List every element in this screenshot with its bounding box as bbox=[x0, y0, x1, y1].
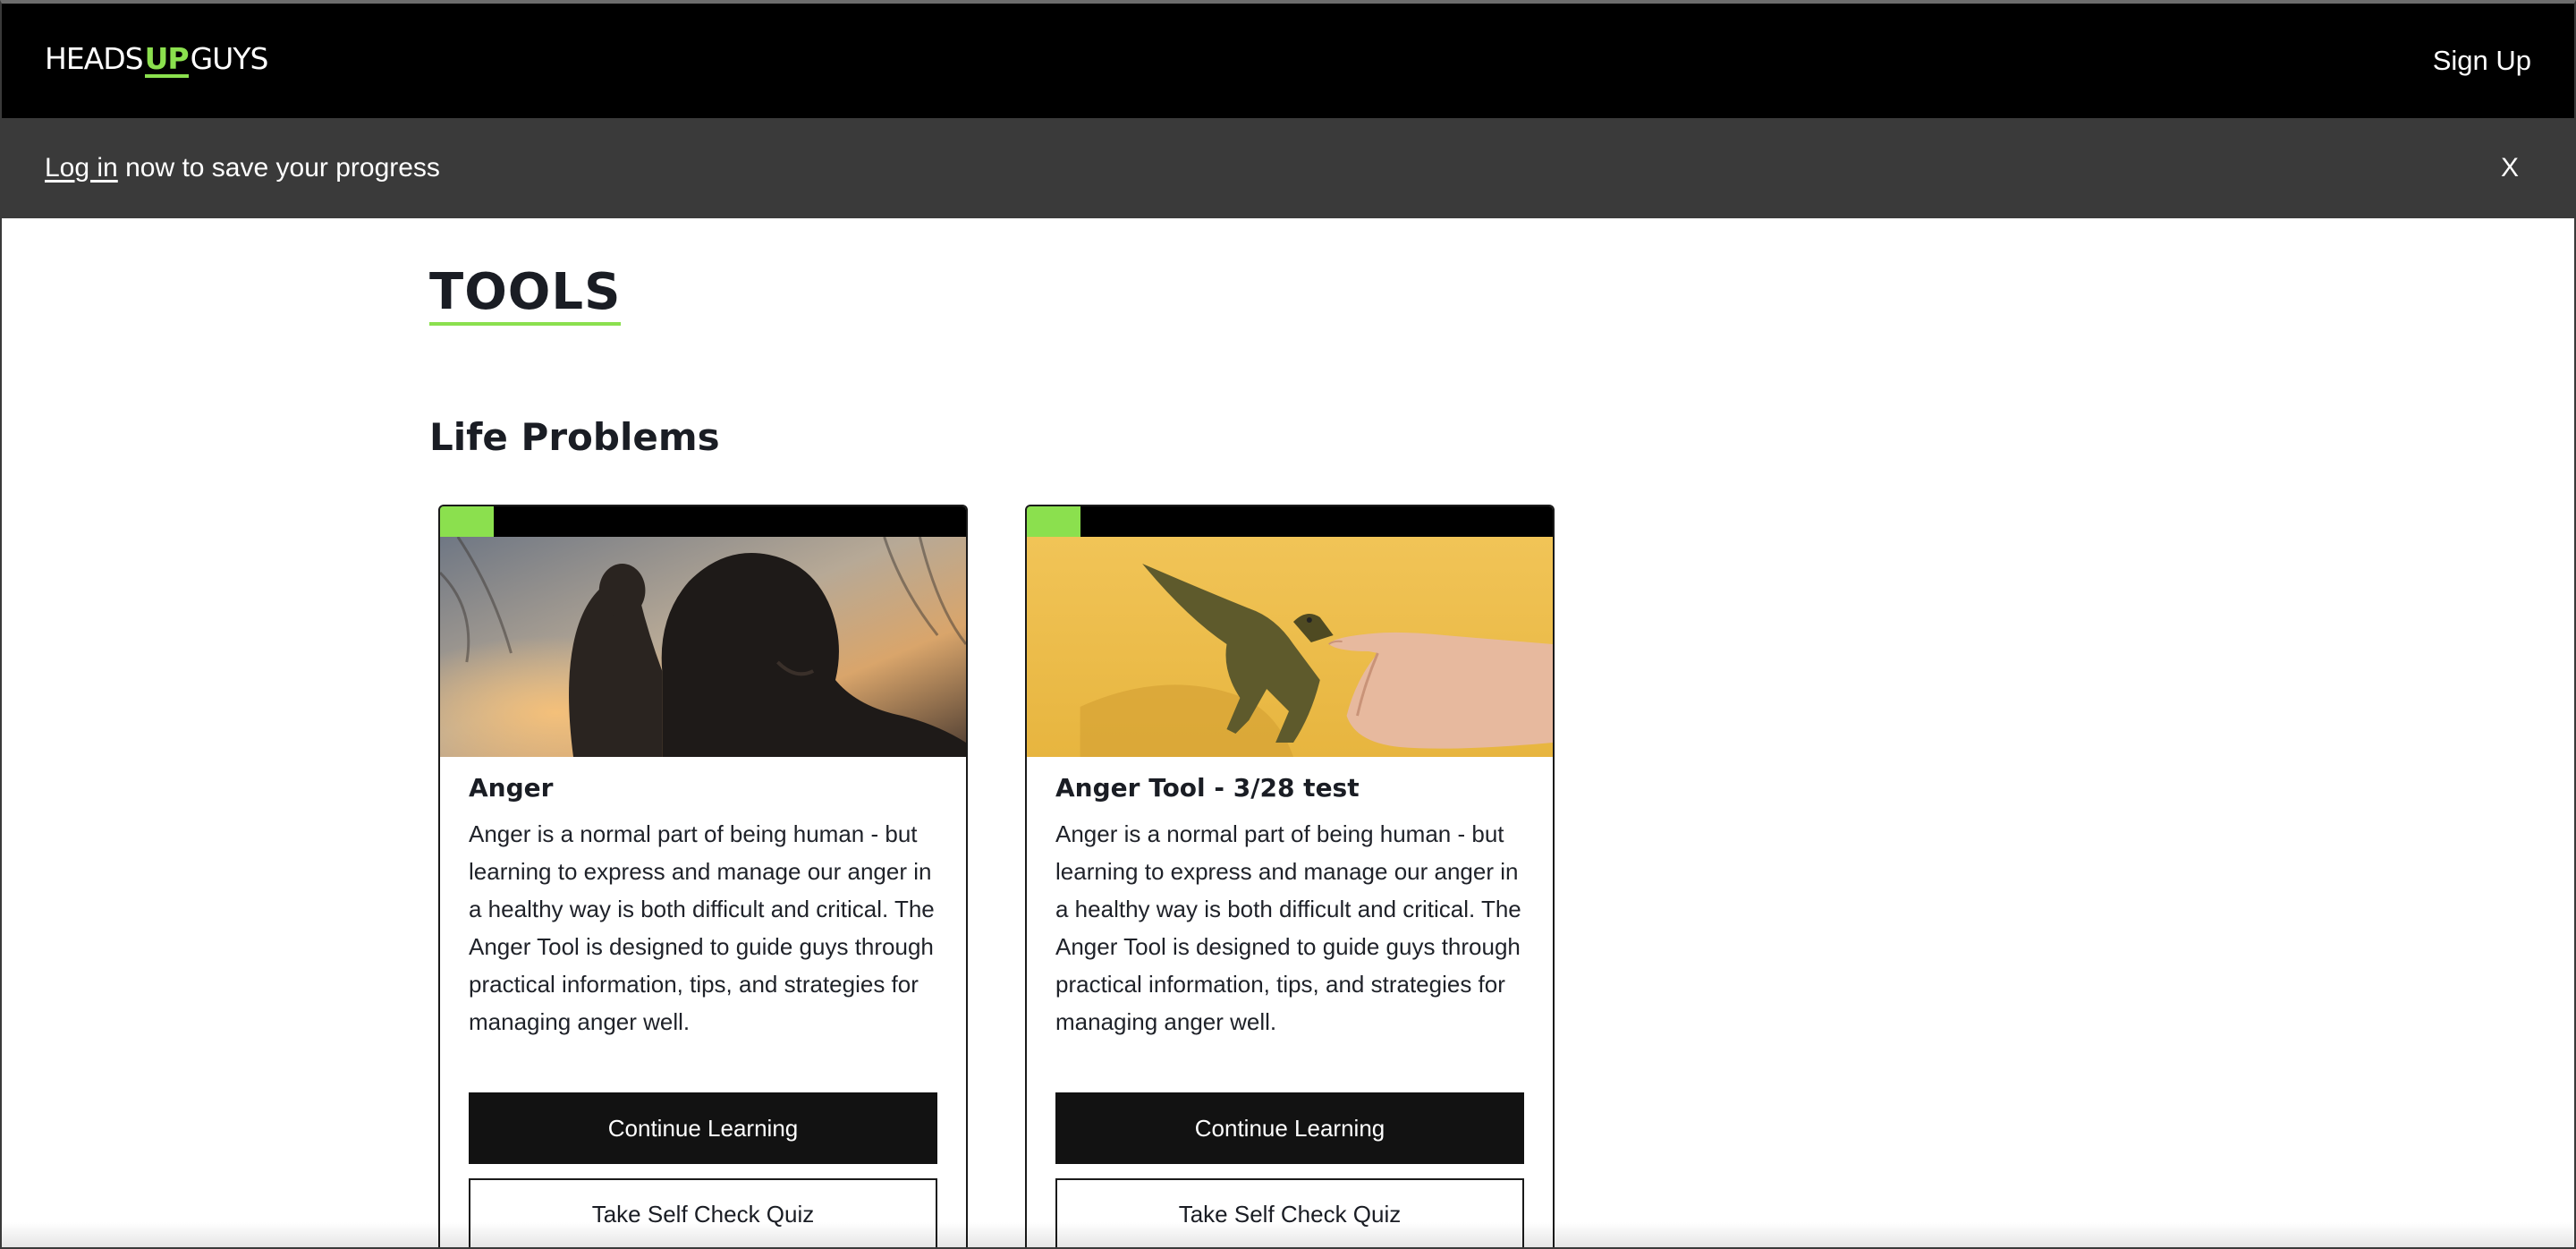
logo-up: UP bbox=[144, 41, 190, 78]
top-navigation: HEADS UP GUYS Sign Up bbox=[2, 4, 2574, 118]
sign-up-link[interactable]: Sign Up bbox=[2433, 45, 2531, 77]
main-content: TOOLS Life Problems Anger Anger is a nor… bbox=[2, 218, 2574, 1247]
login-banner: Log in now to save your progress X bbox=[2, 118, 2574, 218]
section-title-life-problems: Life Problems bbox=[429, 414, 720, 459]
close-banner-button[interactable]: X bbox=[2501, 153, 2519, 183]
card-body: Anger Anger is a normal part of being hu… bbox=[440, 757, 966, 1247]
card-description: Anger is a normal part of being human - … bbox=[1055, 820, 1521, 1036]
card-title: Anger Tool - 3/28 test bbox=[1055, 772, 1360, 803]
take-self-check-quiz-button[interactable]: Take Self Check Quiz bbox=[469, 1178, 937, 1247]
logo-heads: HEADS bbox=[45, 41, 144, 76]
card-body: Anger Tool - 3/28 test Anger is a normal… bbox=[1027, 757, 1553, 1247]
headsupguys-logo[interactable]: HEADS UP GUYS bbox=[45, 41, 269, 78]
login-banner-text: now to save your progress bbox=[117, 153, 440, 183]
logo-guys: GUYS bbox=[190, 41, 269, 76]
card-progress-accent bbox=[1027, 506, 1080, 537]
page-title: TOOLS bbox=[429, 265, 622, 326]
log-in-link[interactable]: Log in bbox=[45, 153, 118, 183]
man-praying-silhouette-photo bbox=[440, 536, 966, 757]
card-top-strip bbox=[1027, 506, 1553, 537]
take-self-check-quiz-button[interactable]: Take Self Check Quiz bbox=[1055, 1178, 1524, 1247]
continue-learning-button[interactable]: Continue Learning bbox=[1055, 1092, 1524, 1165]
tool-card-list: Anger Anger is a normal part of being hu… bbox=[438, 504, 2574, 1247]
tool-card-anger-test: Anger Tool - 3/28 test Anger is a normal… bbox=[1025, 504, 1555, 1247]
card-title: Anger bbox=[469, 772, 554, 803]
tool-card-anger: Anger Anger is a normal part of being hu… bbox=[438, 504, 968, 1247]
login-banner-message: Log in now to save your progress bbox=[45, 153, 440, 183]
card-progress-accent bbox=[440, 506, 494, 537]
card-top-strip bbox=[440, 506, 966, 537]
dinosaur-biting-finger-photo bbox=[1027, 536, 1553, 757]
app-window: HEADS UP GUYS Sign Up Log in now to save… bbox=[0, 0, 2576, 1249]
continue-learning-button[interactable]: Continue Learning bbox=[469, 1092, 937, 1165]
card-description: Anger is a normal part of being human - … bbox=[469, 820, 935, 1036]
